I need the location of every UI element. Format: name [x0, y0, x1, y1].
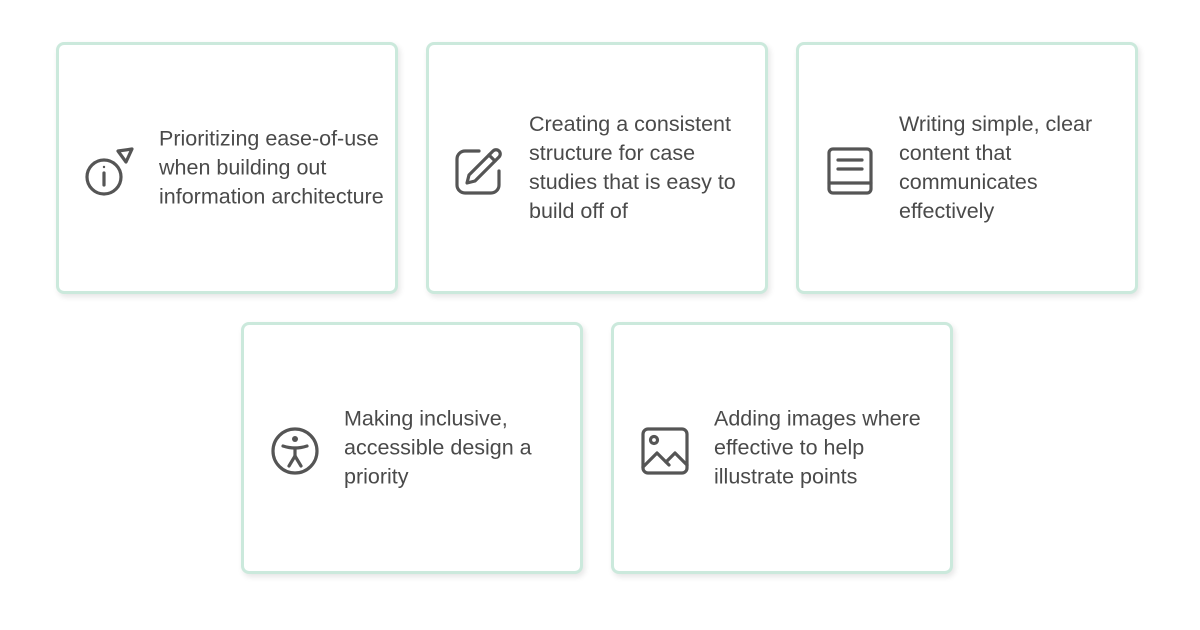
card-text: Prioritizing ease-of-use when building o…: [159, 126, 384, 209]
info-cursor-icon: [85, 145, 135, 197]
principle-card: Writing simple, clear content that commu…: [796, 42, 1138, 294]
principle-card: Making inclusive, accessible design a pr…: [241, 322, 583, 574]
link-edit-icon: [455, 145, 505, 197]
book-icon: [825, 145, 875, 197]
image-icon: [640, 425, 690, 477]
accessibility-icon: [270, 425, 320, 477]
principles-grid: Prioritizing ease-of-use when building o…: [0, 0, 1200, 630]
card-text: Making inclusive, accessible design a pr…: [344, 406, 532, 489]
principle-card: Prioritizing ease-of-use when building o…: [56, 42, 398, 294]
principle-card: Adding images where effective to help il…: [611, 322, 953, 574]
card-text: Writing simple, clear content that commu…: [899, 112, 1093, 223]
principle-card: Creating a consistent structure for case…: [426, 42, 768, 294]
card-text: Creating a consistent structure for case…: [529, 112, 736, 223]
card-text: Adding images where effective to help il…: [714, 406, 921, 489]
